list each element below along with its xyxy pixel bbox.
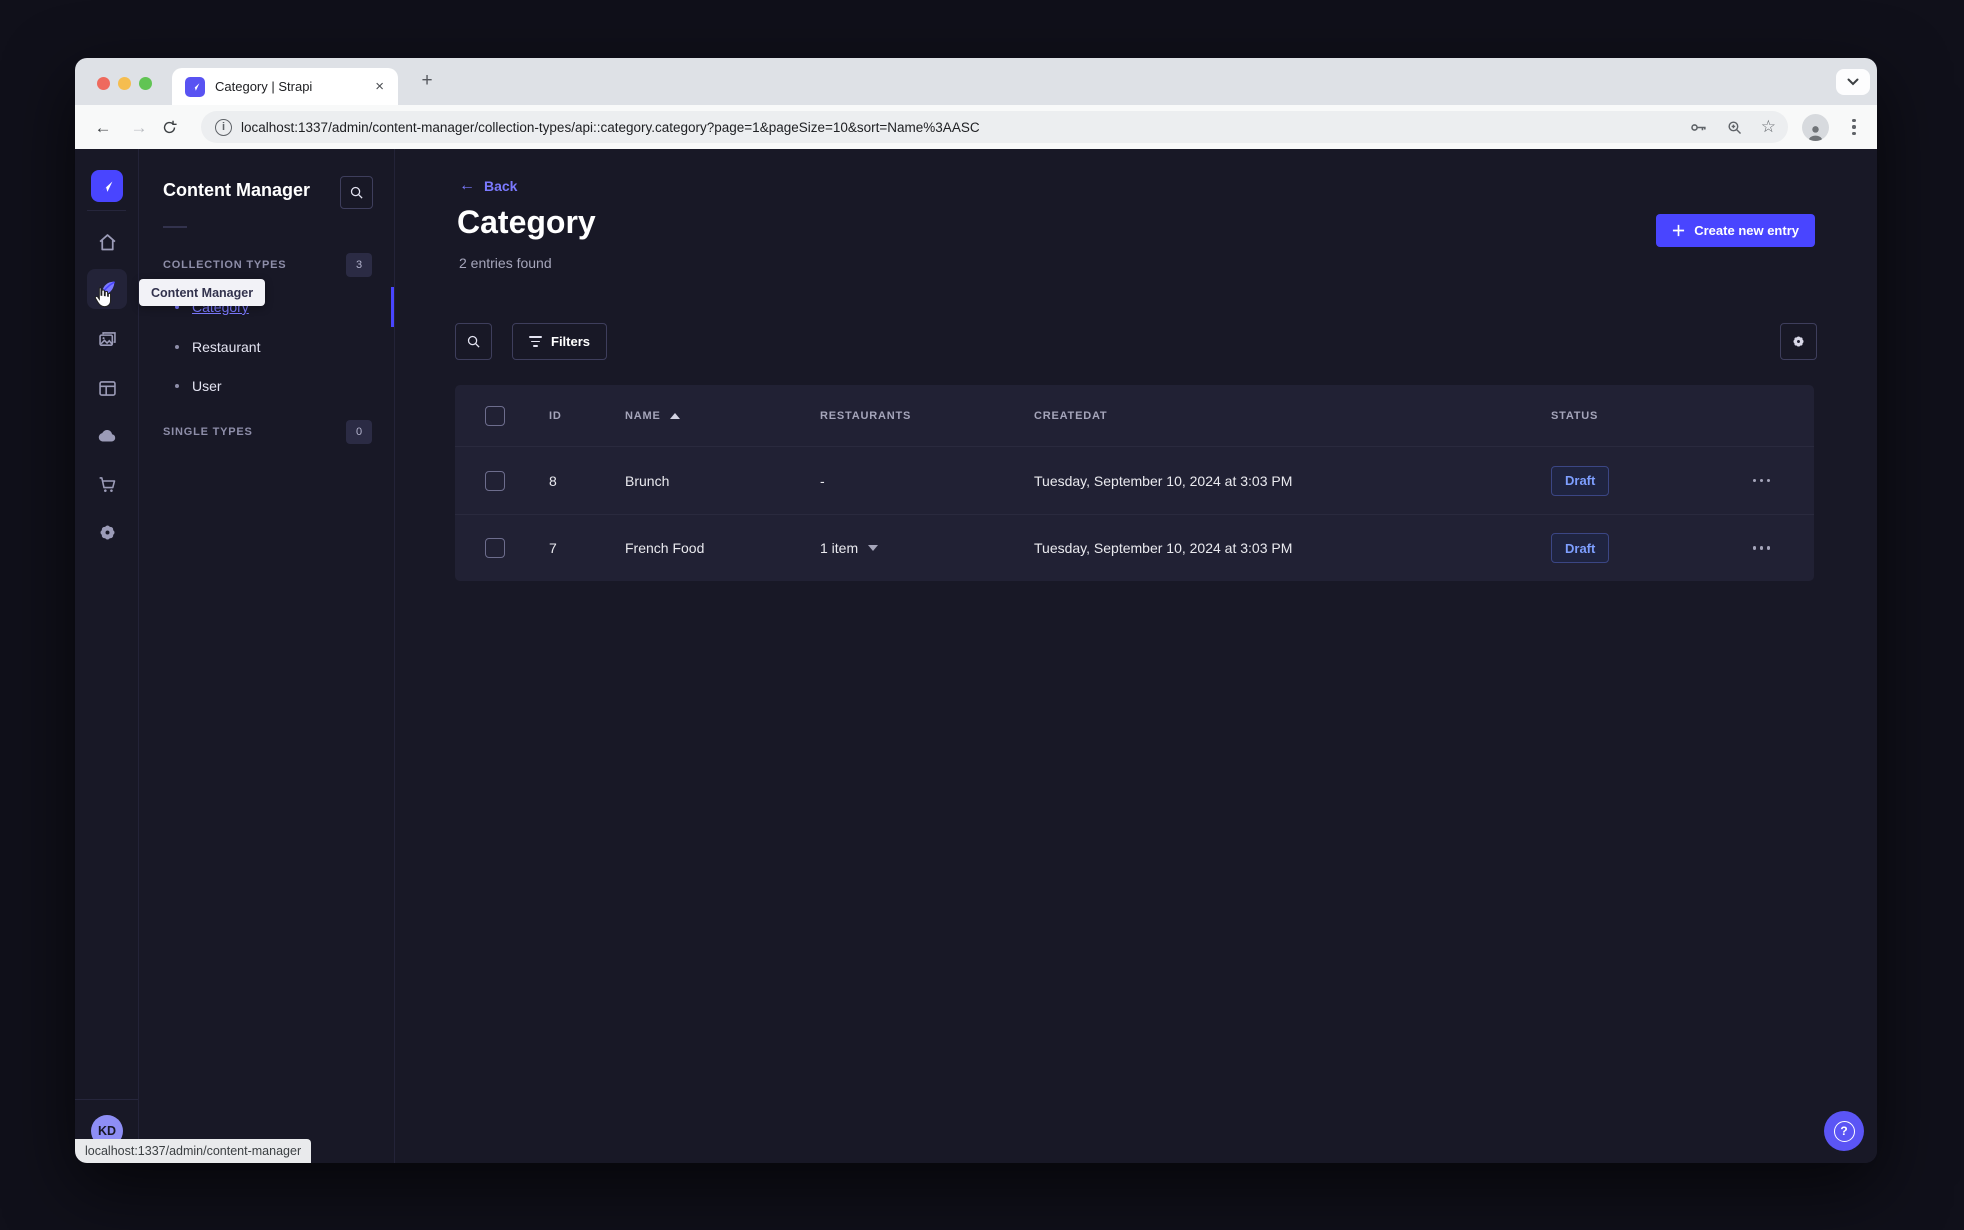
url-text: localhost:1337/admin/content-manager/col… — [241, 119, 980, 135]
nav-tooltip: Content Manager — [139, 279, 266, 306]
header-id[interactable]: ID — [519, 410, 625, 422]
sidebar-item-media-library[interactable] — [87, 319, 127, 359]
cell-id: 7 — [549, 540, 557, 556]
filters-button[interactable]: Filters — [512, 323, 608, 360]
header-restaurants[interactable]: RESTAURANTS — [820, 410, 1034, 422]
bullet-icon — [175, 384, 179, 388]
browser-profile-avatar[interactable] — [1802, 113, 1829, 141]
mouse-cursor — [91, 285, 113, 309]
entries-count: 2 entries found — [459, 255, 552, 271]
sidebar-item-user[interactable]: User — [175, 376, 222, 396]
tab-title: Category | Strapi — [215, 79, 313, 94]
select-all-checkbox[interactable] — [485, 405, 505, 426]
page-title: Category — [457, 204, 596, 240]
header-createdat[interactable]: CREATEDAT — [1034, 410, 1551, 422]
browser-forward-button[interactable]: → — [125, 119, 153, 136]
sidebar-item-restaurant[interactable]: Restaurant — [175, 337, 260, 357]
cell-id: 8 — [549, 472, 557, 489]
panel-search-button[interactable] — [340, 176, 373, 209]
table-header-row: ID NAME RESTAURANTS CREATEDAT STATUS — [455, 385, 1814, 447]
view-settings-button[interactable] — [1780, 323, 1817, 360]
sidebar-item-content-type-builder[interactable] — [87, 368, 127, 408]
link-preview-statusbar: localhost:1337/admin/content-manager — [75, 1139, 312, 1163]
tab-search-button[interactable] — [1836, 69, 1870, 95]
cell-name: French Food — [625, 540, 705, 556]
tab-close-icon[interactable]: × — [371, 78, 388, 95]
bookmark-star-icon[interactable]: ☆ — [1761, 117, 1776, 137]
sidebar-item-settings[interactable] — [87, 512, 127, 552]
active-item-indicator — [391, 287, 394, 327]
cell-name: Brunch — [625, 472, 670, 489]
browser-window: Category | Strapi × + ← → i localhost:13… — [75, 58, 1877, 1163]
header-name[interactable]: NAME — [625, 410, 661, 422]
window-fullscreen-button[interactable] — [139, 77, 152, 90]
browser-toolbar: ← → i localhost:1337/admin/content-manag… — [75, 105, 1877, 149]
password-key-icon[interactable] — [1689, 118, 1708, 137]
sidebar-item-home[interactable] — [87, 222, 127, 262]
strapi-logo[interactable] — [91, 170, 123, 202]
new-tab-button[interactable]: + — [415, 70, 439, 92]
question-mark-icon: ? — [1833, 1120, 1855, 1142]
chevron-down-icon[interactable] — [868, 545, 879, 551]
search-icon — [467, 335, 480, 348]
cell-restaurants: - — [820, 472, 825, 489]
table-row[interactable]: 7 French Food 1 item Tuesday, September … — [455, 514, 1814, 581]
table-search-button[interactable] — [455, 323, 492, 360]
row-actions-icon[interactable] — [1752, 546, 1770, 550]
window-minimize-button[interactable] — [118, 77, 131, 90]
browser-back-button[interactable]: ← — [89, 119, 117, 136]
cell-createdat: Tuesday, September 10, 2024 at 3:03 PM — [1034, 472, 1293, 489]
sidebar-item-marketplace[interactable] — [87, 464, 127, 504]
entries-table: ID NAME RESTAURANTS CREATEDAT STATUS 8 B… — [455, 385, 1814, 581]
zoom-icon[interactable] — [1726, 119, 1743, 136]
bullet-icon — [175, 345, 179, 349]
back-link[interactable]: ← Back — [459, 177, 517, 195]
browser-menu-icon[interactable] — [1844, 118, 1864, 136]
status-badge: Draft — [1551, 533, 1610, 563]
tab-strip: Category | Strapi × + — [75, 58, 1877, 105]
window-close-button[interactable] — [97, 77, 110, 90]
nav-divider — [75, 1099, 138, 1100]
strapi-favicon-icon — [185, 76, 205, 97]
section-single-types: SINGLE TYPES — [163, 426, 253, 438]
table-row[interactable]: 8 Brunch - Tuesday, September 10, 2024 a… — [455, 447, 1814, 514]
address-bar[interactable]: i localhost:1337/admin/content-manager/c… — [201, 111, 1788, 143]
help-button[interactable]: ? — [1824, 1111, 1864, 1151]
strapi-admin: KD Content Manager COLLECTION TYPES 3 Ca… — [75, 149, 1877, 1163]
create-new-entry-button[interactable]: Create new entry — [1656, 214, 1815, 247]
site-info-icon[interactable]: i — [215, 118, 232, 136]
plus-icon — [1673, 224, 1685, 237]
cell-restaurants: 1 item — [820, 540, 859, 556]
section-collection-types: COLLECTION TYPES — [163, 259, 287, 271]
status-badge: Draft — [1551, 465, 1610, 496]
collection-types-count-badge: 3 — [346, 253, 372, 277]
nav-divider — [87, 210, 126, 211]
row-checkbox[interactable] — [485, 470, 505, 491]
row-checkbox[interactable] — [485, 538, 505, 558]
traffic-lights — [97, 77, 152, 90]
panel-title: Content Manager — [163, 180, 311, 200]
browser-reload-button[interactable] — [161, 119, 189, 136]
cell-createdat: Tuesday, September 10, 2024 at 3:03 PM — [1034, 540, 1293, 556]
gear-icon — [1793, 336, 1804, 347]
filter-icon — [529, 336, 542, 347]
main-content: ← Back Category Create new entry 2 entri… — [395, 149, 1877, 1163]
header-status[interactable]: STATUS — [1551, 410, 1721, 422]
panel-divider — [163, 226, 187, 228]
row-actions-icon[interactable] — [1752, 478, 1770, 483]
single-types-count-badge: 0 — [346, 420, 372, 444]
sort-ascending-icon[interactable] — [669, 412, 680, 419]
back-label: Back — [484, 178, 518, 194]
sidebar-item-cloud[interactable] — [87, 416, 127, 456]
browser-tab[interactable]: Category | Strapi × — [172, 68, 398, 105]
back-arrow-icon: ← — [459, 177, 475, 194]
